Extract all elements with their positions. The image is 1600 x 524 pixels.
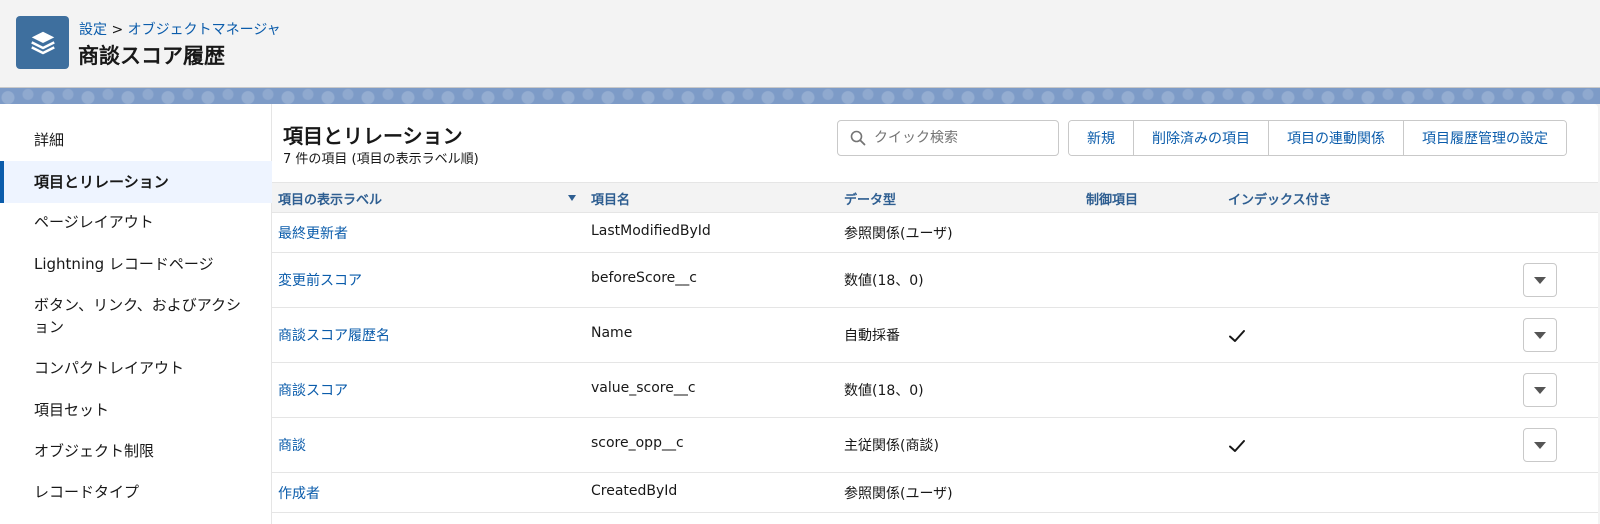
field-label-link[interactable]: 最終更新者 bbox=[278, 223, 348, 243]
field-api-name: score_opp__c bbox=[591, 435, 684, 451]
new-button[interactable]: 新規 bbox=[1069, 121, 1133, 155]
row-actions-button[interactable] bbox=[1523, 318, 1557, 352]
column-header-indexed[interactable]: インデックス付き bbox=[1228, 189, 1332, 208]
sidebar-item-compact-layouts[interactable]: コンパクトレイアウト bbox=[0, 357, 272, 379]
sidebar-item-record-types[interactable]: レコードタイプ bbox=[0, 481, 272, 503]
history-tracking-button[interactable]: 項目履歴管理の設定 bbox=[1403, 121, 1566, 155]
decorative-band bbox=[0, 88, 1600, 104]
field-data-type: 数値(18、0) bbox=[844, 273, 924, 289]
sort-descending-icon[interactable] bbox=[568, 195, 576, 201]
table-row: 作成者 CreatedById 参照関係(ユーザ) bbox=[272, 473, 1598, 513]
field-dependencies-button[interactable]: 項目の連動関係 bbox=[1268, 121, 1403, 155]
sidebar-item-buttons-links-actions[interactable]: ボタン、リンク、およびアクション bbox=[0, 294, 250, 338]
column-header-controlling[interactable]: 制御項目 bbox=[1086, 189, 1138, 208]
sidebar-item-object-limits[interactable]: オブジェクト制限 bbox=[0, 440, 272, 462]
page-title: 商談スコア履歴 bbox=[78, 44, 225, 68]
breadcrumb: 設定 > オブジェクトマネージャ bbox=[79, 19, 281, 39]
table-header: 項目の表示ラベル 項目名 データ型 制御項目 インデックス付き bbox=[272, 182, 1598, 213]
field-data-type: 数値(18、0) bbox=[844, 383, 924, 399]
sidebar-item-field-sets[interactable]: 項目セット bbox=[0, 399, 272, 421]
field-label-link[interactable]: 変更前スコア bbox=[278, 270, 362, 290]
content-area: 項目とリレーション 7 件の項目 (項目の表示ラベル順) 新規 削除済みの項目 … bbox=[272, 104, 1598, 524]
row-actions-button[interactable] bbox=[1523, 263, 1557, 297]
field-data-type: 自動採番 bbox=[844, 328, 900, 344]
chevron-down-icon bbox=[1534, 276, 1546, 284]
search-icon bbox=[850, 130, 866, 146]
table-row: 変更前スコア beforeScore__c 数値(18、0) bbox=[272, 253, 1598, 308]
sidebar-item-details[interactable]: 詳細 bbox=[0, 129, 272, 151]
breadcrumb-object-manager-link[interactable]: オブジェクトマネージャ bbox=[128, 22, 281, 38]
row-actions-button[interactable] bbox=[1523, 373, 1557, 407]
section-title: 項目とリレーション bbox=[283, 124, 463, 148]
quick-search[interactable] bbox=[837, 120, 1059, 156]
column-header-data-type[interactable]: データ型 bbox=[844, 189, 896, 208]
field-api-name: Name bbox=[591, 325, 633, 341]
chevron-down-icon bbox=[1534, 386, 1546, 394]
page-header: 設定 > オブジェクトマネージャ 商談スコア履歴 bbox=[0, 0, 1600, 88]
chevron-down-icon bbox=[1534, 331, 1546, 339]
field-label-link[interactable]: 商談スコア bbox=[278, 380, 348, 400]
field-label-link[interactable]: 作成者 bbox=[278, 483, 320, 503]
field-data-type: 主従関係(商談) bbox=[844, 438, 939, 454]
toolbar-button-group: 新規 削除済みの項目 項目の連動関係 項目履歴管理の設定 bbox=[1068, 120, 1567, 156]
checkmark-icon bbox=[1229, 440, 1245, 452]
sidebar: 詳細 項目とリレーション ページレイアウト Lightning レコードページ … bbox=[0, 104, 272, 524]
layers-icon bbox=[16, 16, 69, 69]
row-actions-button[interactable] bbox=[1523, 428, 1557, 462]
field-api-name: CreatedById bbox=[591, 483, 678, 499]
field-label-link[interactable]: 商談 bbox=[278, 435, 306, 455]
field-data-type: 参照関係(ユーザ) bbox=[844, 486, 953, 502]
column-header-label[interactable]: 項目の表示ラベル bbox=[278, 189, 382, 208]
field-api-name: value_score__c bbox=[591, 380, 696, 396]
table-row: 商談スコア value_score__c 数値(18、0) bbox=[272, 363, 1598, 418]
sidebar-item-fields-relationships[interactable]: 項目とリレーション bbox=[0, 161, 272, 203]
field-label-link[interactable]: 商談スコア履歴名 bbox=[278, 325, 390, 345]
field-api-name: LastModifiedById bbox=[591, 223, 711, 239]
field-data-type: 参照関係(ユーザ) bbox=[844, 226, 953, 242]
deleted-fields-button[interactable]: 削除済みの項目 bbox=[1133, 121, 1268, 155]
main-panel: 詳細 項目とリレーション ページレイアウト Lightning レコードページ … bbox=[0, 104, 1598, 524]
breadcrumb-separator: > bbox=[111, 22, 124, 38]
table-row: 最終更新者 LastModifiedById 参照関係(ユーザ) bbox=[272, 213, 1598, 253]
search-input[interactable] bbox=[874, 130, 1044, 146]
item-count: 7 件の項目 (項目の表示ラベル順) bbox=[283, 152, 479, 167]
sidebar-item-page-layouts[interactable]: ページレイアウト bbox=[0, 211, 272, 233]
table-row: 商談スコア履歴名 Name 自動採番 bbox=[272, 308, 1598, 363]
chevron-down-icon bbox=[1534, 441, 1546, 449]
checkmark-icon bbox=[1229, 330, 1245, 342]
field-api-name: beforeScore__c bbox=[591, 270, 697, 286]
sidebar-item-lightning-record-pages[interactable]: Lightning レコードページ bbox=[0, 253, 272, 275]
column-header-api-name[interactable]: 項目名 bbox=[591, 189, 630, 208]
breadcrumb-setup-link[interactable]: 設定 bbox=[79, 22, 107, 38]
table-row: 商談 score_opp__c 主従関係(商談) bbox=[272, 418, 1598, 473]
